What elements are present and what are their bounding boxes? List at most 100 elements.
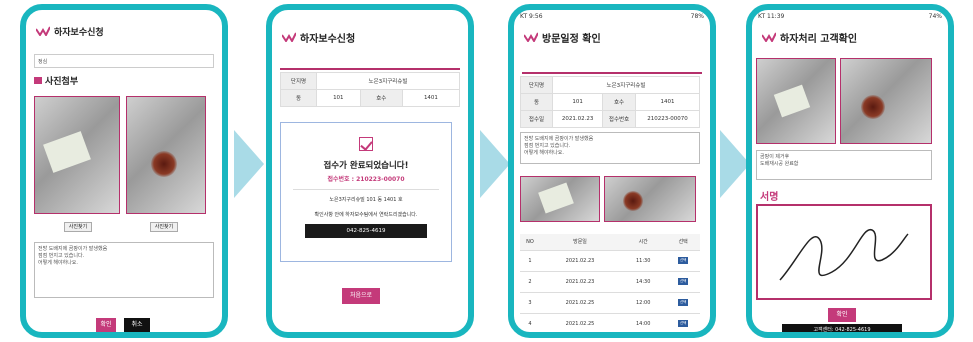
- row-select-cell: 선택: [666, 250, 700, 272]
- status-time: KT 9:56: [520, 13, 543, 20]
- receipt-info-table: 단지명 노은3지구리슈빌 동 101 호수 1401 접수일 2021.02.2…: [520, 76, 701, 128]
- dong-label: 동: [520, 93, 553, 111]
- row-select-cell: 선택: [666, 271, 700, 293]
- cancel-button[interactable]: 취소: [124, 318, 150, 332]
- signature-pad[interactable]: [756, 204, 932, 300]
- attached-photo-1: [520, 176, 600, 222]
- home-button[interactable]: 처음으로: [342, 288, 380, 304]
- dong-value: 101: [316, 89, 361, 107]
- logo-icon: [282, 32, 296, 42]
- apartment-address: 노은3지구리슈빌 101 동 1401 호: [329, 197, 403, 203]
- description-line: 어떻게 해야하나요.: [524, 150, 564, 156]
- dong-value: 101: [551, 93, 604, 111]
- page-title: 방문일정 확인: [542, 33, 601, 45]
- row-no: 3: [520, 292, 540, 314]
- ho-value: 1401: [401, 89, 461, 107]
- visit-schedule-table: NO 방문일 시간 선택 1 2021.02.23 11:30 선택 2 202…: [520, 234, 700, 332]
- row-time: 14:00: [620, 313, 667, 332]
- apartment-info-table: 단지명 노은3지구리슈빌 동 101 호수 1401: [280, 72, 461, 107]
- status-bar: KT 11:39 74%: [752, 10, 948, 24]
- attached-photo-2: [126, 96, 206, 214]
- complex-label: 단지명: [280, 72, 317, 90]
- phone-request-complete: 하자보수신청 단지명 노은3지구리슈빌 동 101 호수 1401 접수가 완료…: [266, 4, 474, 338]
- find-photo-button-2[interactable]: 사진찾기: [150, 222, 178, 232]
- table-row: 3 2021.02.25 12:00 선택: [520, 292, 700, 314]
- phone-repair-request: 하자보수신청 정심 사진첨부 사진찾기 사진찾기 전방 도배지에 곰팡이가 발생…: [20, 4, 228, 338]
- header-date: 방문일: [540, 234, 620, 251]
- phone-visit-schedule: KT 9:56 78% 방문일정 확인 단지명 노은3지구리슈빌 동 101 호…: [508, 4, 716, 338]
- row-date: 2021.02.23: [540, 250, 620, 272]
- customer-center-bar[interactable]: 고객센터: 042-825-4619: [782, 324, 902, 332]
- confirm-button[interactable]: 확인: [96, 318, 116, 332]
- select-button[interactable]: 선택: [677, 320, 689, 327]
- divider: [293, 189, 439, 190]
- ho-value: 1401: [634, 93, 701, 111]
- description-line: 점점 번지고 있습니다.: [524, 143, 571, 149]
- row-no: 1: [520, 250, 540, 272]
- row-time: 14:30: [620, 271, 667, 293]
- result-line: 곰팡이 제거후: [760, 154, 790, 160]
- phone-number-bar[interactable]: 042-825-4619: [305, 224, 427, 238]
- divider: [522, 72, 702, 74]
- flow-arrow-2: [480, 130, 510, 198]
- table-row: 1 2021.02.23 11:30 선택: [520, 250, 700, 272]
- logo-icon: [762, 32, 776, 42]
- description-box: 전방 도배지에 곰팡이가 발생했음 점점 번지고 있습니다. 어떻게 해야하나요…: [520, 132, 700, 164]
- name-input[interactable]: 정심: [34, 54, 214, 68]
- status-battery: 74%: [928, 13, 942, 20]
- header-time: 시간: [620, 234, 667, 251]
- attached-photo-1: [756, 58, 836, 144]
- row-select-cell: 선택: [666, 313, 700, 332]
- receipt-number: 접수번호 : 210223-00070: [327, 176, 405, 183]
- description-line: 어떻게 해야하나요.: [38, 260, 78, 266]
- contact-notice: 확인사항 안에 하자보수팀에서 연락드리겠습니다.: [314, 212, 418, 218]
- receipt-label: 접수번호: [602, 110, 636, 128]
- row-no: 2: [520, 271, 540, 293]
- date-label: 접수일: [520, 110, 553, 128]
- attached-photo-2: [840, 58, 932, 144]
- row-time: 12:00: [620, 292, 667, 314]
- logo-icon: [524, 32, 538, 42]
- row-date: 2021.02.25: [540, 292, 620, 314]
- status-bar: KT 9:56 78%: [514, 10, 710, 24]
- status-battery: 78%: [690, 13, 704, 20]
- description-line: 전방 도배지에 곰팡이가 발생했음: [38, 246, 108, 252]
- status-time: KT 11:39: [758, 13, 785, 20]
- find-photo-button-1[interactable]: 사진찾기: [64, 222, 92, 232]
- select-button[interactable]: 선택: [677, 299, 689, 306]
- select-button[interactable]: 선택: [677, 278, 689, 285]
- result-box: 곰팡이 제거후 도배재시공 완료함: [756, 150, 932, 180]
- select-button[interactable]: 선택: [677, 257, 689, 264]
- confirm-button[interactable]: 확인: [828, 308, 856, 322]
- row-no: 4: [520, 313, 540, 332]
- attached-photo-2: [604, 176, 696, 222]
- completion-title: 접수가 완료되었습니다!: [323, 161, 409, 171]
- completion-panel: 접수가 완료되었습니다! 접수번호 : 210223-00070 노은3지구리슈…: [280, 122, 452, 262]
- header-no: NO: [520, 234, 540, 251]
- flow-arrow-1: [234, 130, 264, 198]
- ho-label: 호수: [359, 89, 403, 107]
- result-line: 도배재시공 완료함: [760, 161, 799, 167]
- dong-label: 동: [280, 89, 317, 107]
- header-select: 선택: [666, 234, 700, 251]
- photo-section-header: 사진첨부: [34, 74, 78, 87]
- complex-value: 노은3지구리슈빌: [552, 76, 700, 94]
- table-row: 4 2021.02.25 14:00 선택: [520, 313, 700, 332]
- app-header: 하자보수신청: [272, 24, 468, 50]
- row-date: 2021.02.25: [540, 313, 620, 332]
- page-title: 하자보수신청: [300, 33, 356, 45]
- complex-label: 단지명: [520, 76, 553, 94]
- divider: [280, 68, 460, 70]
- description-line: 점점 번지고 있습니다.: [38, 253, 85, 259]
- row-date: 2021.02.23: [540, 271, 620, 293]
- app-header: 방문일정 확인: [514, 24, 710, 50]
- check-icon: [359, 137, 373, 151]
- app-header: 하자처리 고객확인: [752, 24, 948, 50]
- section-title: 사진첨부: [45, 77, 79, 87]
- signature-stroke: [779, 229, 909, 281]
- attached-photo-1: [34, 96, 120, 214]
- page-title: 하자처리 고객확인: [780, 33, 858, 45]
- description-textarea[interactable]: 전방 도배지에 곰팡이가 발생했음 점점 번지고 있습니다. 어떻게 해야하나요…: [34, 242, 214, 298]
- complex-value: 노은3지구리슈빌: [316, 72, 460, 90]
- table-row: 2 2021.02.23 14:30 선택: [520, 271, 700, 293]
